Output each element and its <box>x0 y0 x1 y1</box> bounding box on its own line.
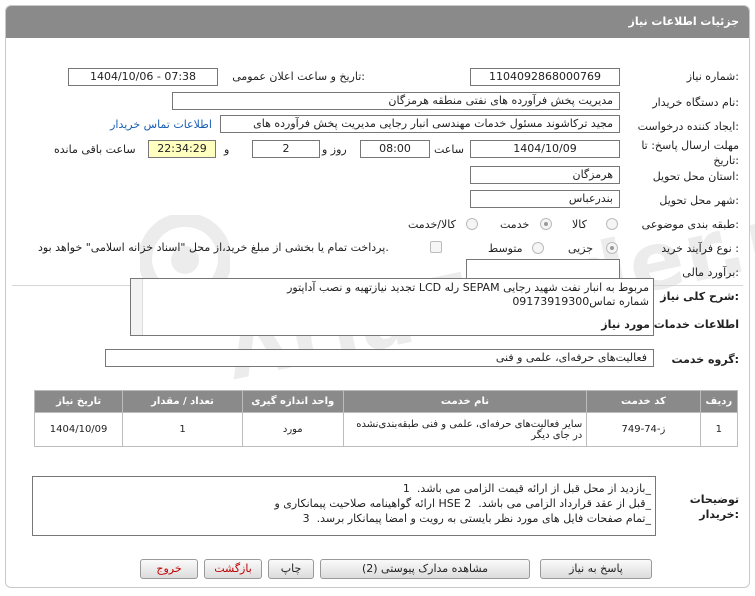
remaining-time-field: 22:34:29 <box>148 140 216 158</box>
cell-service-name: سایر فعالیت‌های حرفه‌ای، علمی و فنی طبقه… <box>342 412 588 447</box>
note-3-text: تمام صفحات فایل های مورد نظر بایستی به ر… <box>316 512 646 525</box>
treasury-payment-note: پرداخت تمام یا بخشی از مبلغ خرید،از محل … <box>38 241 389 254</box>
category-both-radio[interactable] <box>466 218 478 230</box>
service-group-label: گروه خدمت: <box>671 353 739 366</box>
attachments-button[interactable]: مشاهده مدارک پیوستی (2) <box>320 559 530 579</box>
print-button[interactable]: چاپ <box>268 559 314 579</box>
buyer-notes-box: بازدید از محل قبل از ارائه قیمت الزامی م… <box>32 476 656 536</box>
panel-title: جزئیات اطلاعات نیاز <box>628 15 740 28</box>
description-line-1: تجدید نیازتهیه و نصب آداپتور LCD رله SEP… <box>287 281 649 294</box>
col-need-date: تاریخ نیاز <box>33 390 124 413</box>
description-line-2: شماره تماس09173919300 <box>512 295 649 308</box>
cell-service-code: ز-74-749 <box>586 412 701 447</box>
buyer-notes-label: توضیحات خریدار: <box>689 493 739 521</box>
budget-field <box>466 259 620 279</box>
time-label: ساعت <box>434 143 464 156</box>
reply-button[interactable]: پاسخ به نیاز <box>540 559 652 579</box>
category-label: طبقه بندی موضوعی: <box>641 218 739 231</box>
category-service-radio[interactable] <box>540 218 552 230</box>
description-label: شرح کلی نیاز: <box>660 290 739 303</box>
deadline-label: مهلت ارسال پاسخ: تا تاریخ: <box>641 139 739 167</box>
deadline-date-field: 1404/10/09 <box>470 140 620 158</box>
process-medium-label: متوسط <box>488 242 523 255</box>
back-button[interactable]: بازگشت <box>204 559 262 579</box>
category-both-label: کالا/خدمت <box>408 218 456 231</box>
cell-row: 1 <box>699 412 739 447</box>
city-field: بندرعباس <box>470 190 620 208</box>
budget-label: برآورد مالی: <box>682 266 739 279</box>
col-service-name: نام خدمت <box>342 390 588 413</box>
col-row: ردیف <box>699 390 739 413</box>
category-goods-radio[interactable] <box>606 218 618 230</box>
services-section-title: اطلاعات خدمات مورد نیاز <box>601 318 739 331</box>
services-table: تاریخ نیاز تعداد / مقدار واحد اندازه گیر… <box>33 390 739 447</box>
announce-field: 1404/10/06 - 07:38 <box>68 68 218 86</box>
days-field: 2 <box>252 140 320 158</box>
days-label: روز و <box>322 143 347 156</box>
need-number-field: 1104092868000769 <box>470 68 620 86</box>
description-scrollbar[interactable] <box>131 279 143 335</box>
note-2-text: ارائه گواهینامه صلاحیت پیمانکاری و HSE ق… <box>274 497 646 510</box>
exit-button[interactable]: خروج <box>140 559 198 579</box>
deadline-time-field: 08:00 <box>360 140 430 158</box>
remaining-label: ساعت باقی مانده <box>54 143 136 156</box>
note-1-text: بازدید از محل قبل از ارائه قیمت الزامی م… <box>416 482 646 495</box>
col-quantity: تعداد / مقدار <box>122 390 243 413</box>
process-medium-radio[interactable] <box>532 242 544 254</box>
service-group-field: فعالیت‌های حرفه‌ای، علمی و فنی <box>105 349 654 367</box>
cell-unit: مورد <box>241 412 344 447</box>
col-unit: واحد اندازه گیری <box>241 390 344 413</box>
process-label: نوع فرآیند خرید : <box>661 242 739 255</box>
days-and-label: و <box>224 143 230 156</box>
buyer-org-field: مدیریت پخش فرآورده های نفتی منطقه هرمزگا… <box>172 92 620 110</box>
panel-header: جزئیات اطلاعات نیاز <box>6 6 749 38</box>
process-minor-radio[interactable] <box>606 242 618 254</box>
requester-label: ایجاد کننده درخواست: <box>637 120 739 133</box>
city-label: شهر محل تحویل: <box>659 194 739 207</box>
table-row: 1404/10/09 1 مورد سایر فعالیت‌های حرفه‌ا… <box>33 412 739 447</box>
province-field: هرمزگان <box>470 166 620 184</box>
description-textarea[interactable]: تجدید نیازتهیه و نصب آداپتور LCD رله SEP… <box>130 278 654 336</box>
announce-label: تاریخ و ساعت اعلان عمومی: <box>232 70 365 83</box>
cell-quantity: 1 <box>122 412 243 447</box>
col-service-code: کد خدمت <box>586 390 701 413</box>
requester-field: مجید ترکاشوند مسئول خدمات مهندسی انبار ر… <box>220 115 620 133</box>
table-header-row: تاریخ نیاز تعداد / مقدار واحد اندازه گیر… <box>33 390 739 413</box>
province-label: استان محل تحویل: <box>652 170 739 183</box>
treasury-payment-checkbox[interactable] <box>430 241 442 253</box>
contact-info-link[interactable]: اطلاعات تماس خریدار <box>110 118 212 131</box>
category-service-label: خدمت <box>500 218 530 231</box>
need-number-label: شماره نیاز: <box>686 70 739 83</box>
category-goods-label: کالا <box>572 218 587 231</box>
process-minor-label: جزیی <box>568 242 594 255</box>
cell-need-date: 1404/10/09 <box>33 412 124 447</box>
buyer-org-label: نام دستگاه خریدار: <box>652 96 739 109</box>
